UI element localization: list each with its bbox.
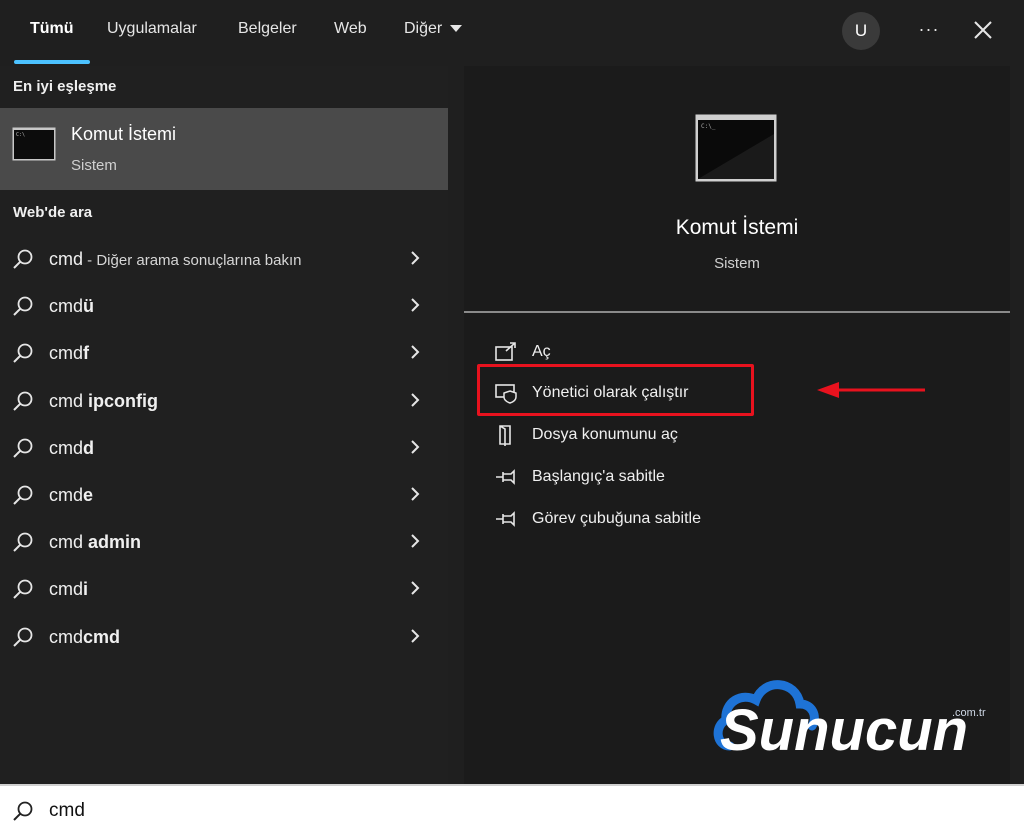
search-icon <box>13 438 33 458</box>
red-arrow-icon <box>817 382 925 398</box>
query-prefix: cmd <box>49 532 89 553</box>
web-search-text: cmdi <box>49 579 88 600</box>
query-prefix: cmd <box>49 626 84 647</box>
web-search-text: cmdf <box>49 343 89 364</box>
tab-apps[interactable]: Uygulamalar <box>107 20 197 38</box>
query-suggestion: f <box>83 343 90 364</box>
tab-documents[interactable]: Belgeler <box>238 20 297 38</box>
web-search-row[interactable]: cmd ipconfig <box>0 377 448 423</box>
close-icon <box>974 21 992 39</box>
query-prefix: cmd <box>49 485 84 505</box>
details-title: Komut İstemi <box>675 216 799 239</box>
chevron-right-icon <box>411 628 420 643</box>
details-subtitle: Sistem <box>714 255 760 272</box>
command-prompt-large-icon: C:\_ <box>695 114 777 182</box>
open-icon <box>495 342 516 361</box>
action-open-file-location-label: Dosya konumunu aç <box>532 426 678 443</box>
web-search-row[interactable]: cmdcmd <box>0 613 448 659</box>
search-icon <box>13 532 33 552</box>
best-match-item[interactable] <box>0 108 448 190</box>
web-search-text: cmdcmd <box>49 627 120 648</box>
query-suggestion: admin <box>88 532 142 553</box>
web-search-text: cmd ipconfig <box>49 391 158 412</box>
best-match-subtitle: Sistem <box>71 157 117 174</box>
web-search-heading: Web'de ara <box>13 204 93 221</box>
query-suggestion: e <box>83 485 94 505</box>
tab-web[interactable]: Web <box>334 20 367 38</box>
chevron-right-icon <box>411 392 420 407</box>
pin-icon <box>496 469 515 485</box>
chevron-right-icon <box>411 487 420 501</box>
close-button[interactable] <box>968 14 998 46</box>
query-suggestion: ipconfig <box>88 390 159 411</box>
action-open-label: Aç <box>532 343 551 360</box>
logo-tld: .com.tr <box>952 707 986 719</box>
web-search-row[interactable]: cmdf <box>0 329 448 375</box>
web-search-text: cmdd <box>49 438 94 459</box>
query-hint: - Diğer arama sonuçlarına bakın <box>83 252 302 269</box>
web-search-text: cmd - Diğer arama sonuçlarına bakın <box>49 249 301 270</box>
web-search-row[interactable]: cmde <box>0 471 448 517</box>
chevron-right-icon <box>411 440 420 454</box>
tab-more-label: Diğer <box>404 20 443 37</box>
sunucun-logo: Sunucun .com.tr <box>712 674 1002 763</box>
search-bar <box>0 784 1024 836</box>
query-prefix: cmd <box>49 296 84 317</box>
query-suggestion: i <box>83 579 89 600</box>
pin-icon <box>496 511 515 527</box>
file-location-icon <box>499 425 511 446</box>
chevron-right-icon <box>411 251 420 265</box>
web-search-text: cmdü <box>49 296 94 317</box>
query-prefix: cmd <box>49 579 84 600</box>
cloud-logo-icon: Sunucun .com.tr <box>713 680 986 763</box>
search-icon <box>13 296 33 316</box>
search-icon <box>13 485 33 505</box>
search-icon <box>13 249 33 269</box>
web-search-row[interactable]: cmdd <box>0 424 448 470</box>
top-tab-bar: Tümü Uygulamalar Belgeler Web Diğer U ··… <box>0 0 1024 66</box>
query-suggestion: d <box>83 437 95 458</box>
query-suggestion: cmd <box>83 626 121 647</box>
search-icon <box>13 801 33 821</box>
logo-text: Sunucun <box>720 698 968 762</box>
chevron-right-icon <box>411 345 420 360</box>
search-icon <box>13 579 33 600</box>
caret-down-icon <box>450 25 463 33</box>
web-search-row[interactable]: cmdi <box>0 565 448 611</box>
search-input[interactable] <box>49 796 949 826</box>
query-prefix: cmd <box>49 343 84 364</box>
active-tab-indicator <box>14 60 90 64</box>
action-pin-to-taskbar-label: Görev çubuğuna sabitle <box>532 510 701 527</box>
web-search-row[interactable]: cmd admin <box>0 518 448 564</box>
divider <box>464 311 1010 313</box>
highlight-box <box>477 364 754 416</box>
tab-more[interactable]: Diğer <box>404 20 463 38</box>
avatar[interactable]: U <box>842 12 880 50</box>
web-search-row[interactable]: cmd - Diğer arama sonuçlarına bakın <box>0 235 448 281</box>
command-prompt-icon: C:\ <box>12 127 56 161</box>
chevron-right-icon <box>411 581 420 596</box>
query-prefix: cmd <box>49 390 89 411</box>
query-prefix: cmd <box>49 437 84 458</box>
search-icon <box>13 627 33 647</box>
web-search-text: cmde <box>49 485 93 506</box>
chevron-right-icon <box>411 298 420 312</box>
web-search-text: cmd admin <box>49 532 141 553</box>
more-options-button[interactable]: ··· <box>914 14 944 44</box>
search-icon <box>13 391 33 411</box>
action-pin-to-start-label: Başlangıç'a sabitle <box>532 468 665 485</box>
query-prefix: cmd <box>49 249 84 269</box>
svg-text:C:\_: C:\_ <box>701 123 716 130</box>
search-icon <box>13 343 33 364</box>
best-match-heading: En iyi eşleşme <box>13 78 117 95</box>
query-suggestion: ü <box>83 296 95 317</box>
tab-all[interactable]: Tümü <box>30 20 74 38</box>
svg-text:C:\: C:\ <box>16 132 25 138</box>
web-search-row[interactable]: cmdü <box>0 282 448 328</box>
best-match-title: Komut İstemi <box>71 124 177 144</box>
chevron-right-icon <box>411 534 420 548</box>
